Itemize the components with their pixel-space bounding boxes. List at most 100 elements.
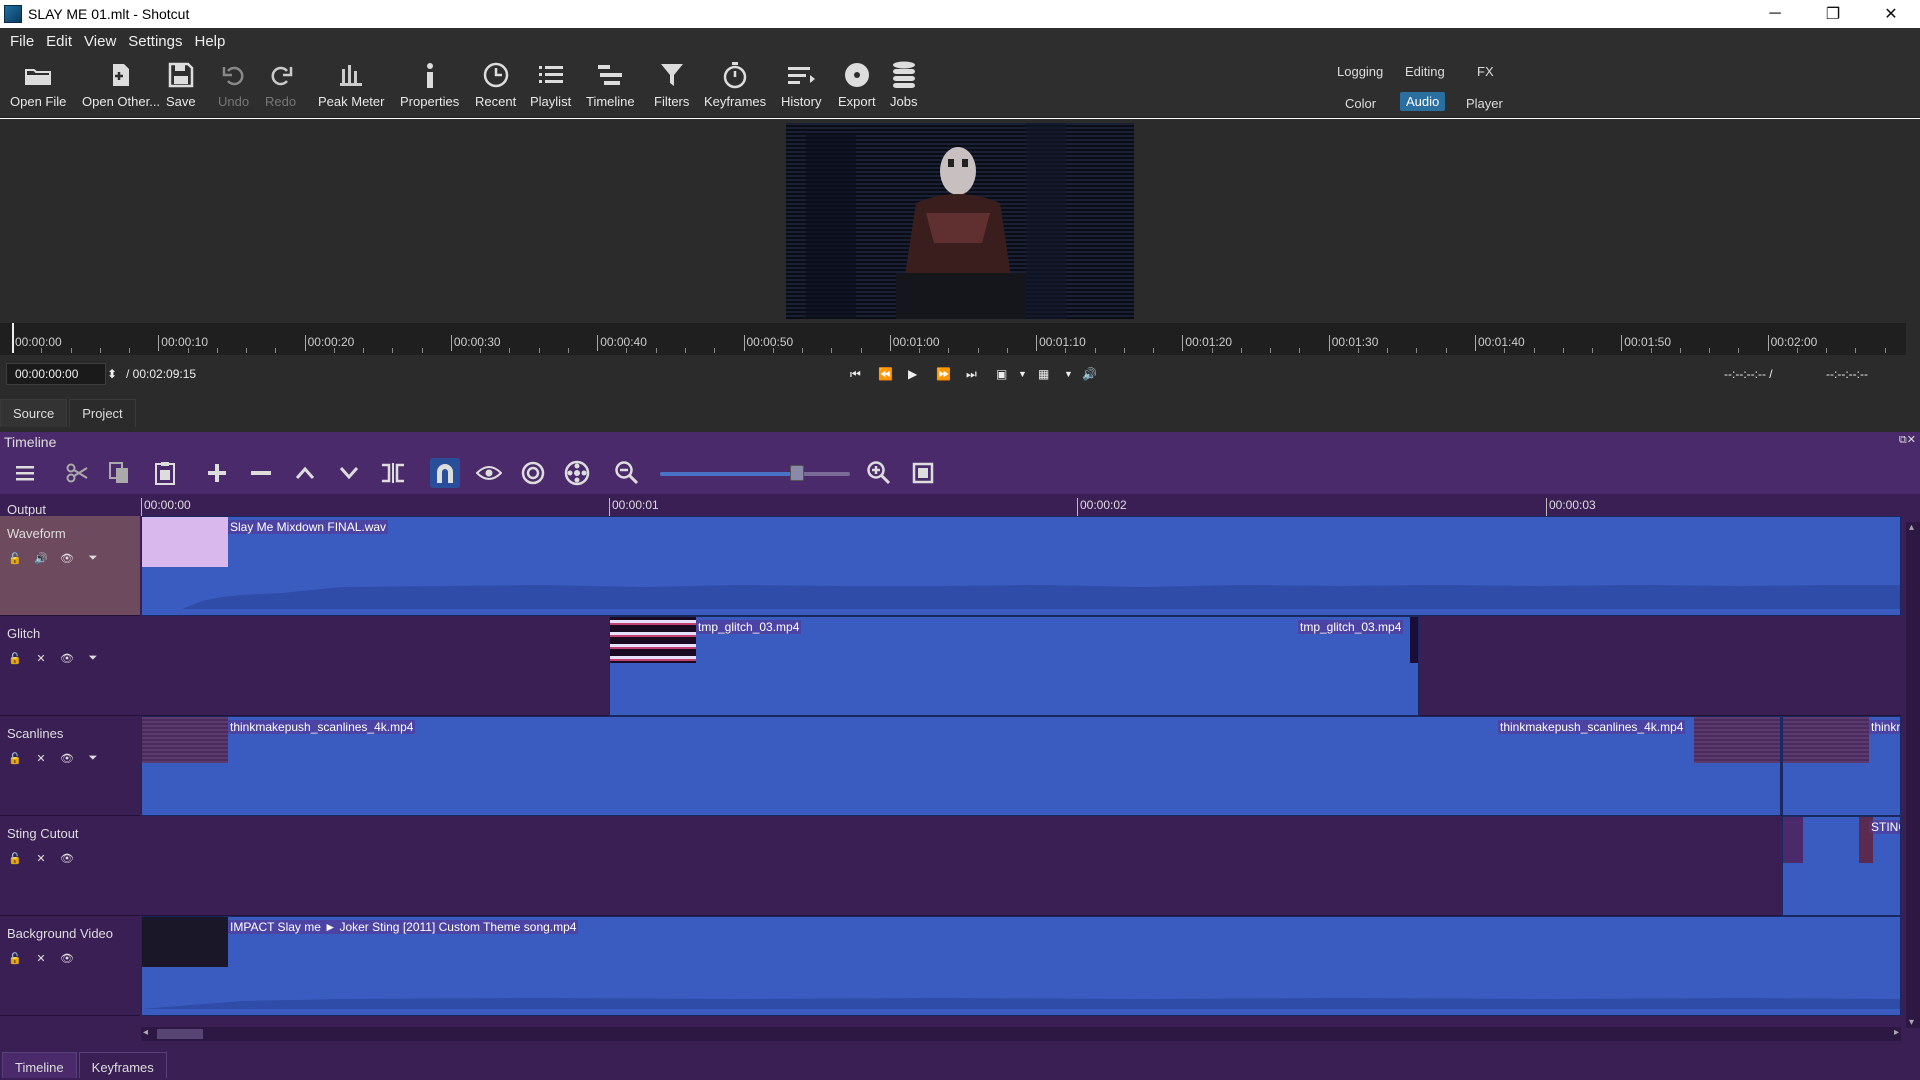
clip-sting[interactable]: STING [1782,816,1901,916]
filter-icon[interactable]: ⏷ [84,750,102,766]
recent-button[interactable]: Recent [475,58,516,109]
layout-logging[interactable]: Logging [1331,62,1389,81]
paste-icon[interactable] [150,458,180,488]
dock-float-close-icon[interactable]: ⧉✕ [1899,433,1916,447]
timeline-horizontal-scrollbar[interactable]: ◂ ▸ [141,1027,1901,1041]
layout-player[interactable]: Player [1460,94,1509,113]
zoom-fit-icon[interactable]: ▣ [996,364,1007,384]
zoom-fit-timeline-icon[interactable] [908,458,938,488]
track-header[interactable]: Glitch 🔓 ✕ 👁 ⏷ [0,616,140,716]
menu-view[interactable]: View [84,33,116,50]
playlist-button[interactable]: Playlist [530,58,571,109]
history-button[interactable]: History [781,58,821,109]
eye-icon[interactable]: 👁 [58,550,76,566]
grid-dropdown-icon[interactable]: ▼ [1064,364,1073,384]
export-button[interactable]: Export [838,58,876,109]
track-header[interactable]: Scanlines 🔓 ✕ 👁 ⏷ [0,716,140,816]
snap-magnet-icon[interactable] [430,458,460,488]
redo-button[interactable]: Redo [265,58,296,109]
mute-icon[interactable]: ✕ [32,950,50,966]
skip-to-end-icon[interactable]: ⏭ [966,364,977,384]
layout-fx[interactable]: FX [1471,62,1500,81]
layout-editing[interactable]: Editing [1399,62,1451,81]
zoom-out-icon[interactable] [612,458,642,488]
clip-glitch[interactable]: tmp_glitch_03.mp4 tmp_glitch_03.mp4 [609,616,1419,716]
menu-settings[interactable]: Settings [128,33,182,50]
zoom-dropdown-icon[interactable]: ▼ [1018,364,1027,384]
play-icon[interactable]: ▶ [908,364,917,384]
track-header[interactable]: Background Video 🔓 ✕ 👁 [0,916,140,1016]
ripple-icon[interactable] [518,458,548,488]
tab-project[interactable]: Project [69,399,136,427]
close-button[interactable]: ✕ [1862,0,1920,28]
tab-keyframes[interactable]: Keyframes [78,1052,167,1078]
eye-icon[interactable]: 👁 [58,650,76,666]
keyframes-button[interactable]: Keyframes [704,58,766,109]
lock-icon[interactable]: 🔓 [6,550,24,566]
timeline-menu-icon[interactable] [10,458,40,488]
track-header[interactable]: Waveform 🔓 🔊 👁 ⏷ [0,516,140,616]
fast-forward-icon[interactable]: ⏩ [936,364,951,384]
jobs-button[interactable]: Jobs [890,58,917,109]
mute-icon[interactable]: ✕ [32,650,50,666]
properties-button[interactable]: Properties [400,58,459,109]
overwrite-icon[interactable] [334,458,364,488]
layout-color[interactable]: Color [1339,94,1382,113]
mute-icon[interactable]: 🔊 [32,550,50,566]
tab-timeline[interactable]: Timeline [2,1052,77,1078]
scroll-right-icon[interactable]: ▸ [1894,1027,1899,1038]
lock-icon[interactable]: 🔓 [6,750,24,766]
ripple-all-tracks-icon[interactable] [562,458,592,488]
clip-background-video[interactable]: IMPACT Slay me ► Joker Sting [2011] Cust… [141,916,1901,1016]
tab-source[interactable]: Source [0,399,68,427]
scroll-down-icon[interactable]: ▾ [1909,1017,1914,1028]
player-ruler[interactable]: 00:00:00 00:00:10 00:00:20 00:00:30 00:00:40… [0,323,1906,355]
ripple-delete-icon[interactable] [246,458,276,488]
menu-file[interactable]: File [10,33,34,50]
menu-edit[interactable]: Edit [46,33,72,50]
track-header[interactable]: Sting Cutout 🔓 ✕ 👁 [0,816,140,916]
menu-help[interactable]: Help [194,33,225,50]
filter-icon[interactable]: ⏷ [84,550,102,566]
eye-icon[interactable]: 👁 [58,750,76,766]
timeline-button[interactable]: Timeline [586,58,635,109]
filters-button[interactable]: Filters [654,58,689,109]
cut-icon[interactable] [62,458,92,488]
mute-icon[interactable]: ✕ [32,750,50,766]
peak-meter-button[interactable]: Peak Meter [318,58,384,109]
scrub-eye-icon[interactable] [474,458,504,488]
lock-icon[interactable]: 🔓 [6,950,24,966]
scroll-up-icon[interactable]: ▴ [1909,522,1914,533]
scroll-left-icon[interactable]: ◂ [143,1027,148,1038]
undo-button[interactable]: Undo [218,58,249,109]
grid-icon[interactable]: ▦ [1038,364,1049,384]
lock-icon[interactable]: 🔓 [6,850,24,866]
video-preview[interactable] [786,123,1134,319]
maximize-button[interactable]: ❐ [1804,0,1862,28]
open-other-button[interactable]: Open Other... [82,58,160,109]
lock-icon[interactable]: 🔓 [6,650,24,666]
skip-to-start-icon[interactable]: ⏮ [850,364,861,384]
lift-icon[interactable] [290,458,320,488]
zoom-in-icon[interactable] [864,458,894,488]
eye-icon[interactable]: 👁 [58,950,76,966]
filter-icon[interactable]: ⏷ [84,650,102,666]
rewind-icon[interactable]: ⏪ [878,364,893,384]
timeline-vertical-scrollbar[interactable]: ▴ ▾ [1906,522,1920,1028]
playhead[interactable] [12,323,14,353]
timecode-input[interactable]: 00:00:00:00 [6,363,106,385]
zoom-slider[interactable] [660,465,850,481]
timecode-spinner-icon[interactable]: ⬍ [107,363,119,385]
mute-icon[interactable]: ✕ [32,850,50,866]
minimize-button[interactable]: ─ [1746,0,1804,28]
scrollbar-thumb[interactable] [157,1029,203,1039]
copy-icon[interactable] [104,458,134,488]
clip-scanlines-b[interactable]: thinkr [1782,716,1901,816]
clip-scanlines-a[interactable]: thinkmakepush_scanlines_4k.mp4 thinkmake… [141,716,1781,816]
split-icon[interactable] [378,458,408,488]
open-file-button[interactable]: Open File [10,58,66,109]
layout-audio[interactable]: Audio [1400,92,1446,111]
volume-icon[interactable]: 🔊 [1082,364,1097,384]
eye-icon[interactable]: 👁 [58,850,76,866]
clip-waveform-audio[interactable]: Slay Me Mixdown FINAL.wav [141,516,1901,616]
